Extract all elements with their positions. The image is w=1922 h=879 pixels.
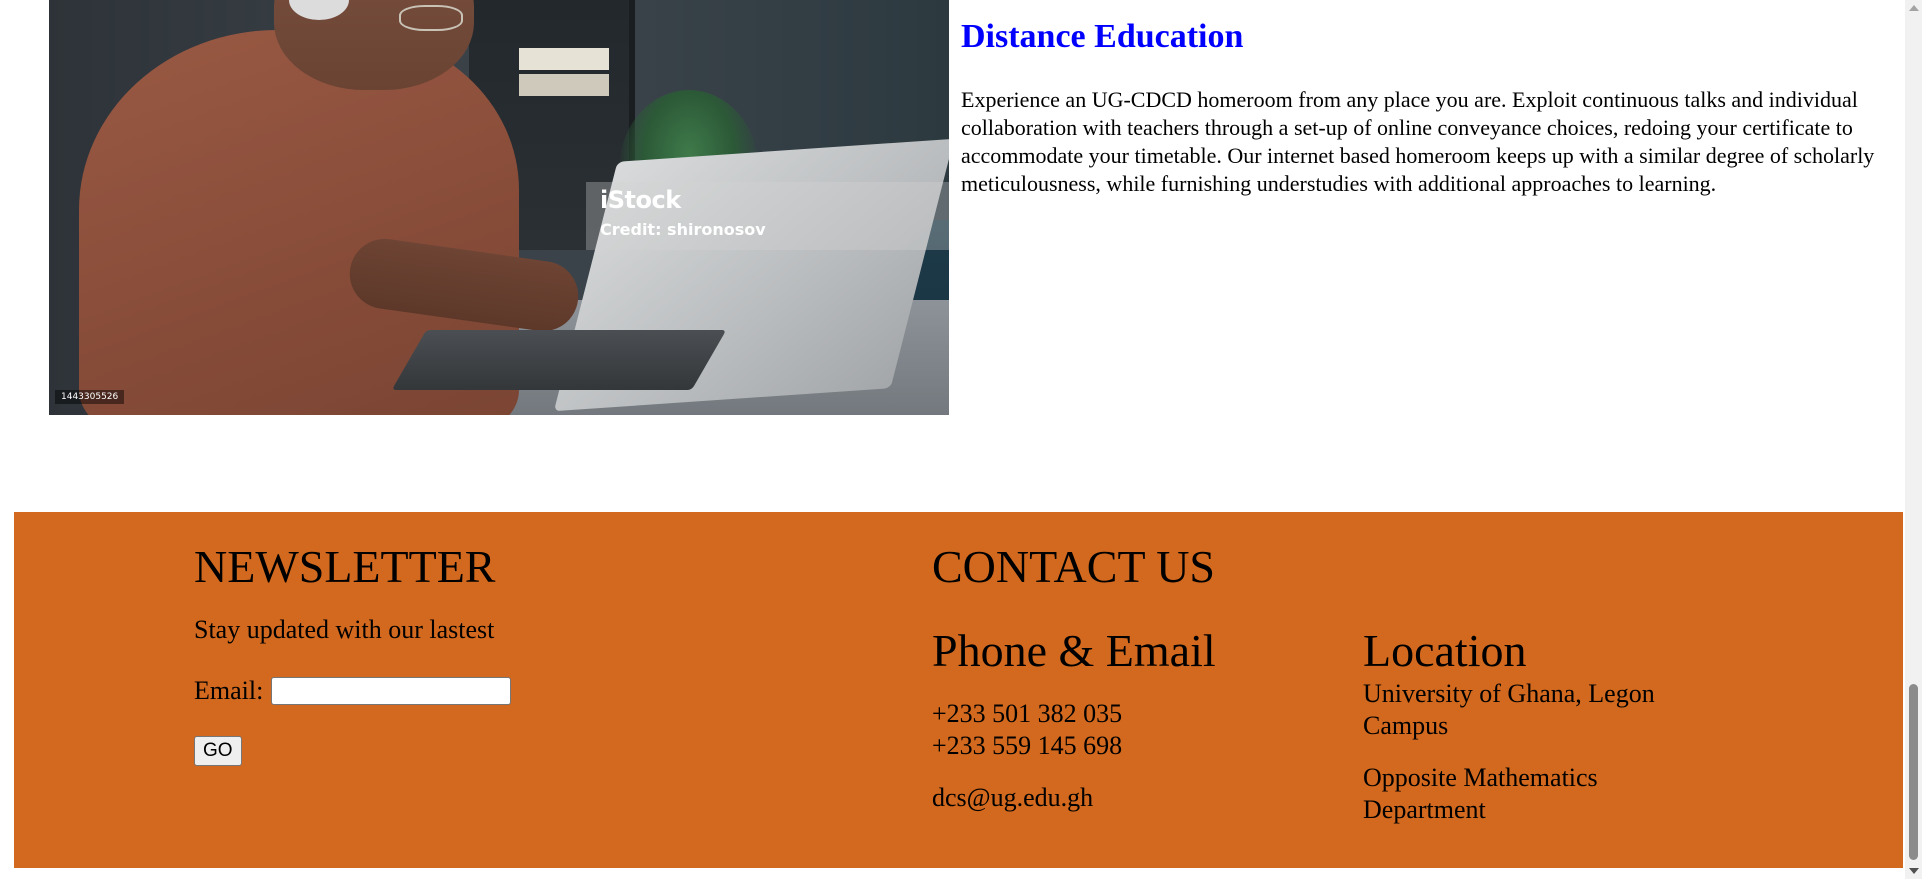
location-line-1: University of Ghana, Legon Campus [1363,679,1655,740]
watermark-credit: Credit: shironosov [600,220,766,239]
photo-books [519,48,609,70]
location-column: Location University of Ghana, Legon Camp… [1363,624,1783,826]
email-field[interactable] [271,677,512,705]
phone-email-heading: Phone & Email [932,625,1216,676]
hero-image: iStock Credit: shironosov 1443305526 [49,0,949,415]
article-section: Distance Education Experience an UG-CDCD… [961,14,1881,198]
scroll-down-arrow-icon[interactable] [1909,868,1919,874]
laptop-keyboard [391,330,727,390]
article-title: Distance Education [961,18,1244,55]
go-button[interactable]: GO [194,736,242,766]
phone-number-1: +233 501 382 035 [932,699,1123,728]
contact-section: CONTACT US Phone & Email +233 501 382 03… [932,540,1832,854]
stock-watermark: iStock Credit: shironosov [586,182,949,250]
location-heading: Location [1363,625,1527,676]
watermark-brand: iStock [600,186,681,214]
email-row: Email: [194,676,794,706]
contact-columns: Phone & Email +233 501 382 035 +233 559 … [932,594,1832,854]
newsletter-section: NEWSLETTER Stay updated with our lastest… [194,540,794,766]
page: iStock Credit: shironosov 1443305526 Dis… [0,0,1922,879]
phone-email-column: Phone & Email +233 501 382 035 +233 559 … [932,624,1332,814]
scrollbar-thumb[interactable] [1909,684,1918,860]
scroll-up-arrow-icon[interactable] [1909,5,1919,11]
phone-number-2: +233 559 145 698 [932,731,1123,760]
email-label: Email: [194,676,264,705]
contact-email: dcs@ug.edu.gh [932,783,1094,812]
photo-id-label: 1443305526 [55,390,125,404]
contact-heading: CONTACT US [932,541,1216,592]
glasses-icon [399,5,463,31]
location-line-2: Opposite Mathematics Department [1363,763,1598,824]
footer: NEWSLETTER Stay updated with our lastest… [14,512,1903,868]
newsletter-heading: NEWSLETTER [194,541,496,592]
article-body: Experience an UG-CDCD homeroom from any … [961,87,1875,196]
newsletter-text: Stay updated with our lastest [194,615,495,644]
vertical-scrollbar[interactable] [1905,0,1922,879]
